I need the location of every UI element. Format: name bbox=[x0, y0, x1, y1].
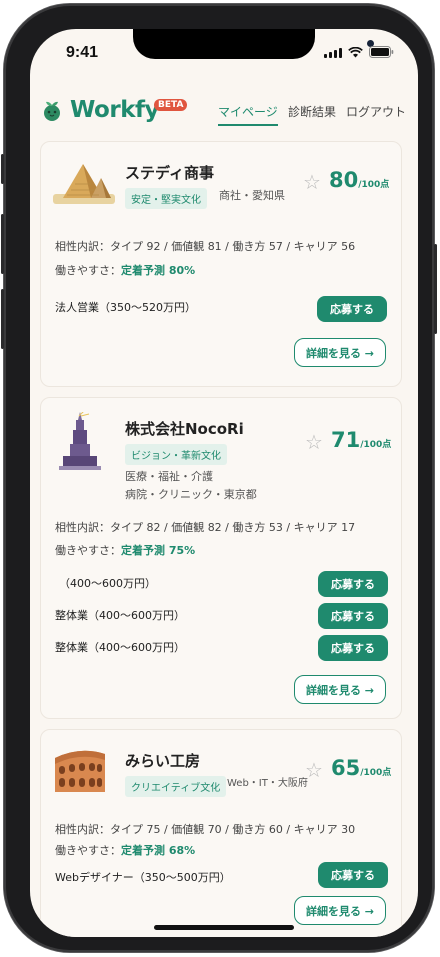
score-value: 65 bbox=[331, 756, 361, 780]
apply-button[interactable]: 応募する bbox=[318, 862, 388, 888]
company-name[interactable]: 株式会社NocoRi bbox=[125, 418, 244, 439]
apply-button[interactable]: 応募する bbox=[318, 603, 388, 629]
company-industry-location: Web・IT・大阪府 bbox=[227, 778, 308, 789]
apply-button[interactable]: 応募する bbox=[317, 296, 387, 322]
favorite-star-icon[interactable]: ☆ bbox=[303, 170, 321, 194]
view-details-button[interactable]: 詳細を見る → bbox=[294, 338, 386, 367]
match-breakdown: 相性内訳：タイプ 92 / 価値観 81 / 働き方 57 / キャリア 56 bbox=[55, 240, 356, 253]
mute-switch bbox=[1, 154, 4, 184]
workfy-logo-icon bbox=[42, 100, 62, 122]
culture-tag: 安定・堅実文化 bbox=[125, 188, 207, 209]
view-details-button[interactable]: 詳細を見る → bbox=[294, 675, 386, 704]
wifi-icon bbox=[348, 47, 363, 58]
workability-label: 働きやすさ： bbox=[55, 544, 121, 557]
workability-label: 働きやすさ： bbox=[55, 264, 121, 277]
match-score: 71/100点 bbox=[331, 428, 391, 452]
company-name[interactable]: ステディ商事 bbox=[125, 162, 214, 183]
nav-mypage[interactable]: マイページ bbox=[218, 103, 278, 126]
retention-forecast: 定着予測 80% bbox=[121, 264, 196, 277]
signal-icon bbox=[324, 48, 342, 58]
power-button bbox=[434, 244, 437, 334]
job-posting: 整体業（400〜600万円） bbox=[55, 641, 185, 654]
culture-tag: ビジョン・革新文化 bbox=[125, 444, 227, 465]
status-time: 9:41 bbox=[66, 44, 99, 61]
screen: 9:41 Workfy BETA マイページ 診断結果 ログアウト ステディ商事… bbox=[30, 29, 418, 937]
retention-forecast: 定着予測 68% bbox=[121, 844, 196, 857]
beta-badge: BETA bbox=[154, 99, 188, 111]
workability: 働きやすさ：定着予測 68% bbox=[55, 842, 195, 858]
score-value: 71 bbox=[331, 428, 361, 452]
phone-frame: 9:41 Workfy BETA マイページ 診断結果 ログアウト ステディ商事… bbox=[1, 4, 437, 952]
score-unit: /100点 bbox=[358, 180, 390, 190]
retention-forecast: 定着予測 75% bbox=[121, 544, 196, 557]
job-posting: （400〜600万円） bbox=[59, 577, 156, 590]
apply-button[interactable]: 応募する bbox=[318, 635, 388, 661]
match-score: 65/100点 bbox=[331, 756, 391, 780]
volume-up-button bbox=[1, 214, 4, 274]
battery-icon bbox=[369, 46, 394, 58]
score-value: 80 bbox=[329, 168, 359, 192]
notch bbox=[133, 29, 374, 59]
company-card: 株式会社NocoRi ビジョン・革新文化 ☆ 71/100点 医療・福祉・介護 … bbox=[40, 397, 402, 719]
app-logo[interactable]: Workfy bbox=[70, 97, 160, 123]
nav-results[interactable]: 診断結果 bbox=[288, 103, 336, 120]
home-indicator[interactable] bbox=[154, 925, 294, 930]
score-unit: /100点 bbox=[360, 768, 392, 778]
match-breakdown: 相性内訳：タイプ 82 / 価値観 82 / 働き方 53 / キャリア 17 bbox=[55, 521, 356, 534]
nav-logout[interactable]: ログアウト bbox=[346, 103, 406, 120]
tower-illustration bbox=[55, 409, 105, 470]
culture-tag: クリエイティブ文化 bbox=[125, 776, 227, 797]
company-industry: 医療・福祉・介護 bbox=[125, 470, 213, 483]
job-posting: Webデザイナー（350〜500万円） bbox=[55, 871, 231, 884]
score-unit: /100点 bbox=[360, 440, 392, 450]
workability: 働きやすさ：定着予測 75% bbox=[55, 542, 195, 558]
pyramid-illustration bbox=[53, 160, 115, 204]
workability: 働きやすさ：定着予測 80% bbox=[55, 262, 195, 278]
company-industry-location: 商社・愛知県 bbox=[219, 189, 285, 202]
apply-button[interactable]: 応募する bbox=[318, 571, 388, 597]
company-name[interactable]: みらい工房 bbox=[125, 750, 200, 771]
job-posting: 整体業（400〜600万円） bbox=[55, 609, 185, 622]
colosseum-illustration bbox=[51, 744, 109, 794]
view-details-button[interactable]: 詳細を見る → bbox=[294, 896, 386, 925]
favorite-star-icon[interactable]: ☆ bbox=[305, 758, 323, 782]
match-score: 80/100点 bbox=[329, 168, 389, 192]
job-posting: 法人営業（350〜520万円） bbox=[55, 301, 196, 314]
volume-down-button bbox=[1, 289, 4, 349]
match-breakdown: 相性内訳：タイプ 75 / 価値観 70 / 働き方 60 / キャリア 30 bbox=[55, 823, 356, 836]
company-card: みらい工房 クリエイティブ文化 Web・IT・大阪府 ☆ 65/100点 相性内… bbox=[40, 729, 402, 937]
favorite-star-icon[interactable]: ☆ bbox=[305, 430, 323, 454]
workability-label: 働きやすさ： bbox=[55, 844, 121, 857]
app-header: Workfy BETA マイページ 診断結果 ログアウト bbox=[30, 91, 418, 131]
company-category-location: 病院・クリニック・東京都 bbox=[125, 488, 257, 501]
company-card: ステディ商事 安定・堅実文化 商社・愛知県 ☆ 80/100点 相性内訳：タイプ… bbox=[40, 141, 402, 387]
status-icons bbox=[324, 46, 394, 58]
